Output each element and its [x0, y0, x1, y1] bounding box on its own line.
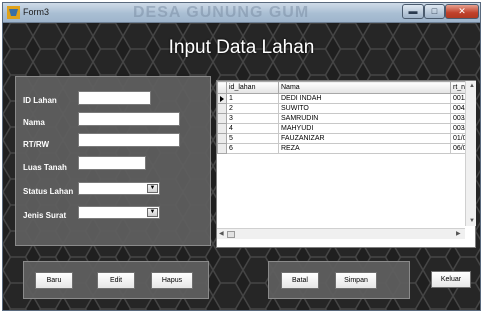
- row-selector[interactable]: [217, 133, 227, 144]
- table-row[interactable]: 6 REZA 06/06: [217, 143, 472, 154]
- crud-button-panel: Baru Edit Hapus: [23, 261, 209, 299]
- cell-id[interactable]: 6: [226, 143, 279, 154]
- cell-nama[interactable]: MAHYUDI: [278, 123, 451, 134]
- row-header-corner: [217, 81, 227, 94]
- table-row[interactable]: 3 SAMRUDIN 003/0: [217, 113, 472, 124]
- chevron-down-icon[interactable]: ▼: [147, 208, 158, 217]
- title-bar[interactable]: Form3 DESA GUNUNG GUM ▬ □ ✕: [3, 3, 480, 23]
- baru-button[interactable]: Baru: [35, 272, 73, 289]
- column-header-id-lahan[interactable]: id_lahan: [226, 81, 279, 94]
- scroll-right-arrow-icon[interactable]: ▶: [456, 230, 461, 238]
- cell-nama[interactable]: DEDI INDAH: [278, 93, 451, 104]
- row-selector[interactable]: [217, 93, 227, 104]
- horizontal-scrollbar[interactable]: ◀ ▶: [217, 228, 465, 239]
- scroll-left-arrow-icon[interactable]: ◀: [219, 230, 224, 238]
- keluar-button[interactable]: Keluar: [431, 271, 471, 288]
- cell-id[interactable]: 3: [226, 113, 279, 124]
- edit-button[interactable]: Edit: [97, 272, 135, 289]
- cell-nama[interactable]: SAMRUDIN: [278, 113, 451, 124]
- jenis-surat-select[interactable]: ▼: [78, 206, 160, 219]
- cell-nama[interactable]: SUWITO: [278, 103, 451, 114]
- nama-label: Nama: [23, 118, 45, 127]
- save-button-panel: Batal Simpan: [268, 261, 410, 299]
- current-row-pointer-icon: [220, 95, 224, 102]
- cell-nama[interactable]: FAUZANIZAR: [278, 133, 451, 144]
- table-row[interactable]: 4 MAHYUDI 003/0: [217, 123, 472, 134]
- rt-rw-input[interactable]: [78, 133, 180, 147]
- row-selector[interactable]: [217, 103, 227, 114]
- row-selector[interactable]: [217, 113, 227, 124]
- hapus-button[interactable]: Hapus: [151, 272, 193, 289]
- simpan-button[interactable]: Simpan: [335, 272, 377, 289]
- form3-window: Form3 DESA GUNUNG GUM ▬ □ ✕ Input Data L…: [2, 2, 481, 311]
- table-row[interactable]: 2 SUWITO 004/0: [217, 103, 472, 114]
- row-selector[interactable]: [217, 123, 227, 134]
- page-title: Input Data Lahan: [168, 37, 315, 58]
- jenis-surat-label: Jenis Surat: [23, 211, 67, 220]
- grid-header-row: id_lahan Nama rt_rw: [217, 81, 472, 94]
- status-lahan-select[interactable]: ▼: [78, 182, 160, 195]
- cell-id[interactable]: 5: [226, 133, 279, 144]
- close-button[interactable]: ✕: [445, 4, 479, 19]
- horizontal-scroll-thumb[interactable]: [227, 231, 235, 238]
- lahan-data-grid[interactable]: id_lahan Nama rt_rw 1 DEDI INDAH 001/0 2: [216, 80, 476, 248]
- app-icon: [7, 6, 20, 19]
- table-row[interactable]: 5 FAUZANIZAR 01/02: [217, 133, 472, 144]
- cell-id[interactable]: 1: [226, 93, 279, 104]
- input-panel: ID Lahan Nama RT/RW Luas Tanah Status La…: [15, 76, 211, 246]
- vertical-scrollbar[interactable]: ▲ ▼: [465, 81, 476, 226]
- status-lahan-label: Status Lahan: [23, 187, 74, 196]
- luas-tanah-label: Luas Tanah: [23, 163, 67, 172]
- column-header-nama[interactable]: Nama: [278, 81, 451, 94]
- nama-input[interactable]: [78, 112, 180, 126]
- scroll-down-arrow-icon[interactable]: ▼: [469, 217, 475, 225]
- batal-button[interactable]: Batal: [281, 272, 319, 289]
- row-selector[interactable]: [217, 143, 227, 154]
- rt-rw-label: RT/RW: [23, 140, 50, 149]
- minimize-button[interactable]: ▬: [402, 4, 424, 19]
- grid-table: id_lahan Nama rt_rw 1 DEDI INDAH 001/0 2: [217, 81, 472, 154]
- background-banner-text: DESA GUNUNG GUM: [133, 4, 310, 21]
- chevron-down-icon[interactable]: ▼: [147, 184, 158, 193]
- window-title: Form3: [23, 7, 50, 17]
- cell-id[interactable]: 4: [226, 123, 279, 134]
- id-lahan-label: ID Lahan: [23, 96, 57, 105]
- cell-id[interactable]: 2: [226, 103, 279, 114]
- table-row[interactable]: 1 DEDI INDAH 001/0: [217, 93, 472, 104]
- luas-tanah-input[interactable]: [78, 156, 146, 170]
- form-client-area: Input Data Lahan ID Lahan Nama RT/RW Lua…: [3, 23, 480, 310]
- cell-nama[interactable]: REZA: [278, 143, 451, 154]
- id-lahan-input[interactable]: [78, 91, 151, 105]
- scroll-up-arrow-icon[interactable]: ▲: [469, 82, 475, 90]
- maximize-button[interactable]: □: [424, 4, 445, 19]
